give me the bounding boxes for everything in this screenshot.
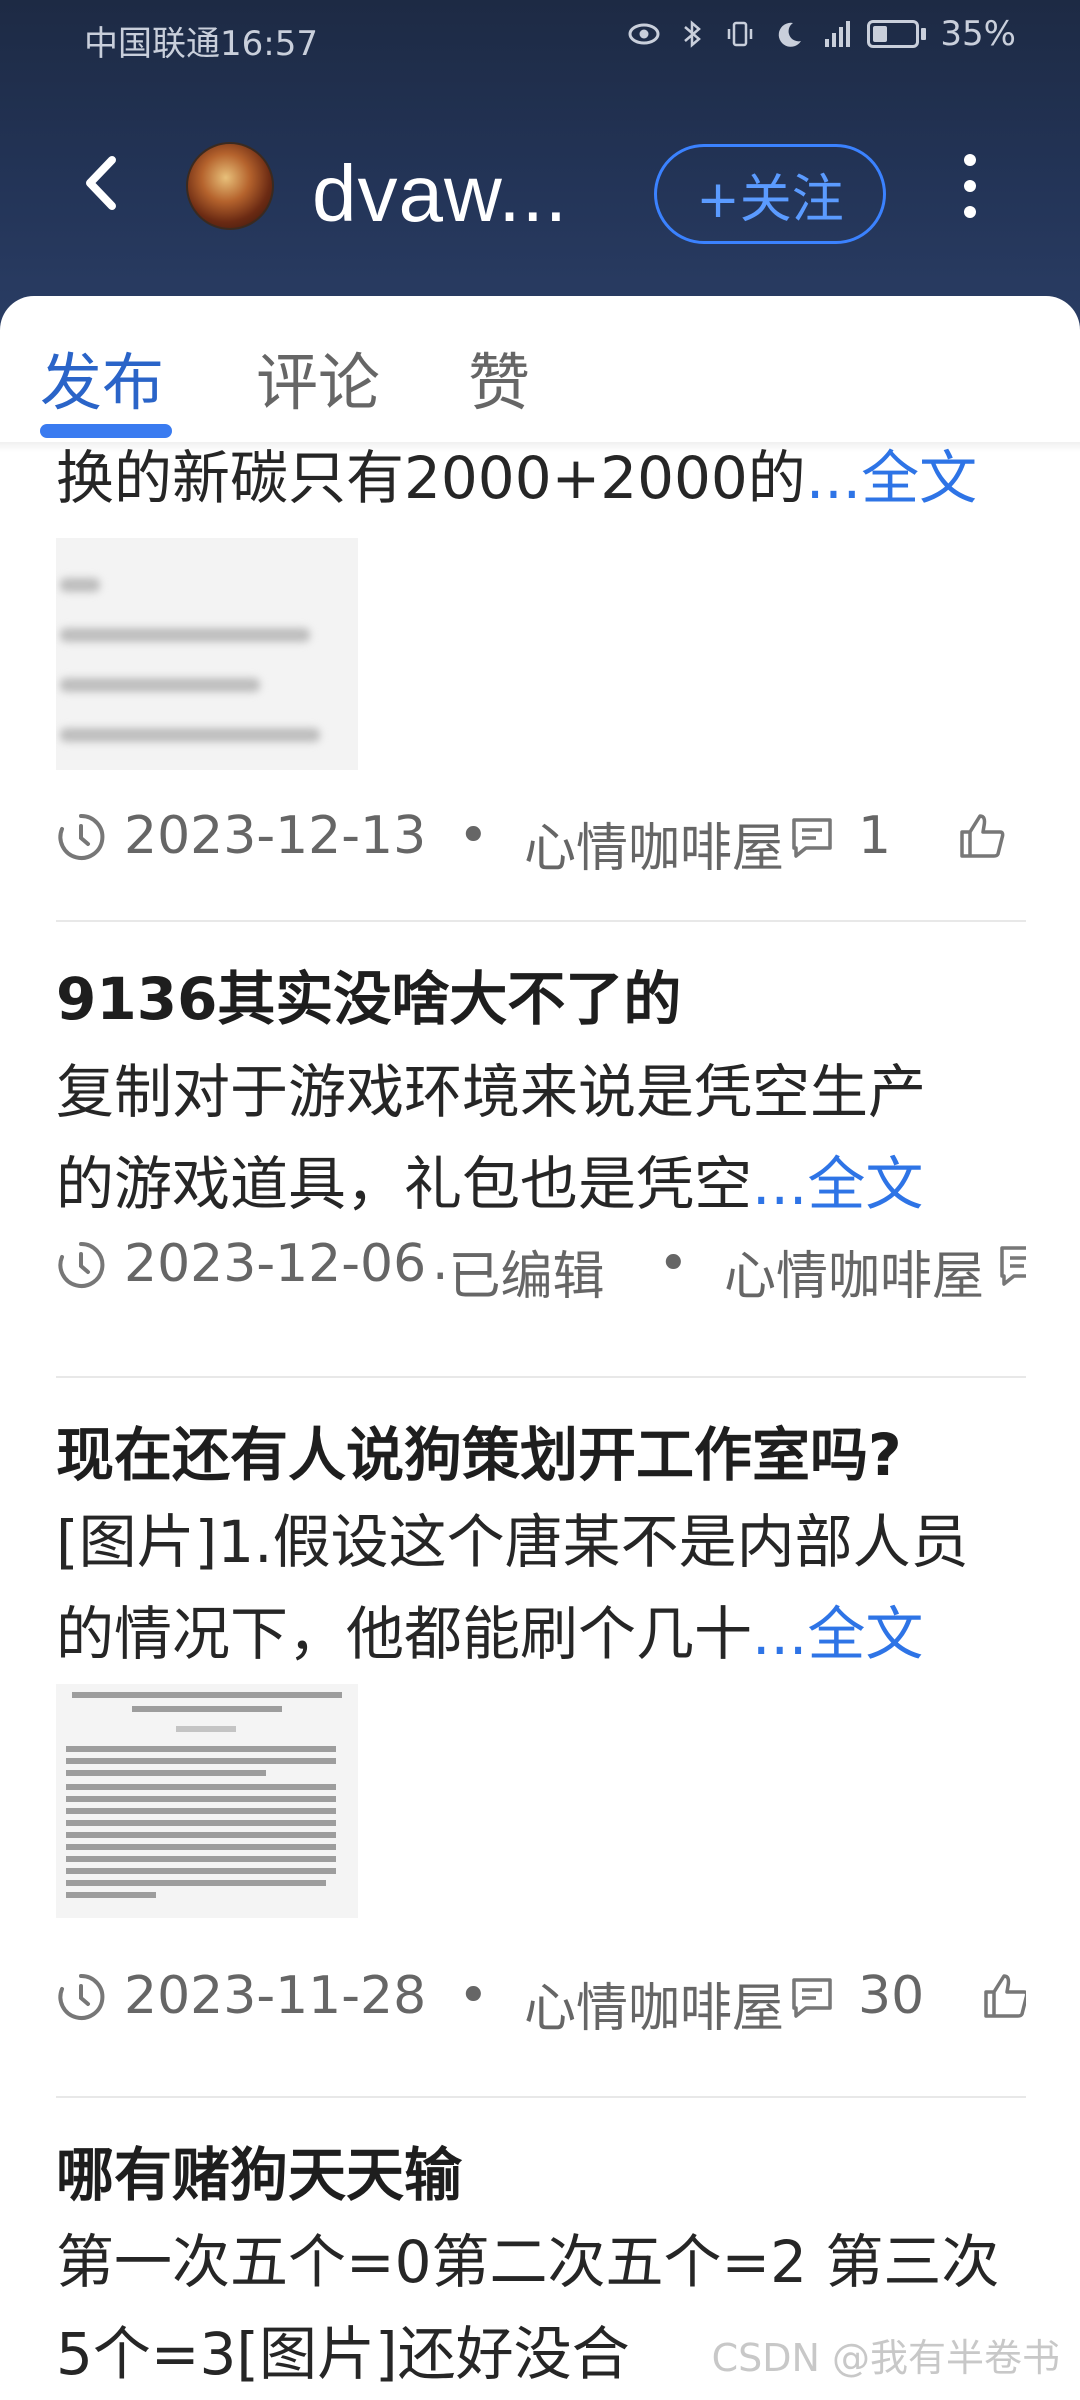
post-date: 2023-12-06 <box>124 1234 427 1294</box>
battery-percent: 35% <box>940 14 1016 54</box>
full-text-link[interactable]: ...全文 <box>752 1150 923 1218</box>
post-divider <box>56 920 1026 922</box>
username: dvaw... <box>312 149 569 238</box>
post-meta: 2023-12-13 • 心情咖啡屋 1 <box>56 798 1026 878</box>
comment-count: 1 <box>858 806 892 866</box>
post-body: 换的新碳只有2000+2000的...全文 <box>56 444 978 512</box>
community-name[interactable]: 心情咖啡屋 <box>724 1234 984 1306</box>
thumbs-up-icon[interactable] <box>956 810 1008 862</box>
clock-icon <box>58 813 105 860</box>
post-item[interactable]: 9136其实没啥大不了的 复制对于游戏环境来说是凭空生产 的游戏道具，礼包也是凭… <box>56 952 1026 1306</box>
clock-icon <box>58 1241 105 1288</box>
post-item[interactable]: 换的新碳只有2000+2000的...全文 2023-12-13 • 心情咖啡屋… <box>56 442 1026 878</box>
carrier-time: 中国联通16:57 <box>84 24 318 64</box>
meta-dot: • <box>458 1966 489 2026</box>
post-title: 9136其实没啥大不了的 <box>56 965 682 1033</box>
content-sheet: 发布 评论 赞 换的新碳只有2000+2000的...全文 2023-12-13… <box>0 296 1080 2400</box>
profile-top-bar: dvaw... +关注 <box>0 120 1080 260</box>
post-body: 复制对于游戏环境来说是凭空生产 的游戏道具，礼包也是凭空...全文 <box>56 1058 927 1218</box>
post-feed: 换的新碳只有2000+2000的...全文 2023-12-13 • 心情咖啡屋… <box>0 442 1080 2400</box>
tab-likes[interactable]: 赞 <box>468 332 530 422</box>
eye-icon <box>628 23 660 45</box>
edited-label: ·已编辑 <box>432 1247 605 1306</box>
back-button[interactable] <box>70 148 140 218</box>
community-name[interactable]: 心情咖啡屋 <box>524 1966 784 2038</box>
post-image-thumbnail[interactable] <box>56 1684 358 1918</box>
post-meta: 2023-12-06 ·已编辑 • 心情咖啡屋 <box>56 1226 1026 1306</box>
post-image-thumbnail[interactable] <box>56 538 358 770</box>
follow-button[interactable]: +关注 <box>654 144 886 244</box>
comment-icon[interactable] <box>788 814 836 862</box>
post-title: 哪有赌狗天天输 <box>56 2141 463 2209</box>
post-date: 2023-12-13 <box>124 806 427 866</box>
active-tab-indicator <box>40 424 172 438</box>
comment-icon[interactable] <box>996 1242 1026 1290</box>
more-options-icon[interactable] <box>950 154 990 234</box>
post-body: [图片]1.假设这个唐某不是内部人员 的情况下，他都能刷个几十...全文 <box>56 1508 969 1668</box>
community-name[interactable]: 心情咖啡屋 <box>524 806 784 878</box>
full-text-link[interactable]: ...全文 <box>752 1600 923 1668</box>
watermark: CSDN @我有半卷书 <box>711 2336 1060 2380</box>
bluetooth-icon <box>684 20 702 48</box>
status-bar: 中国联通16:57 35% <box>0 0 1080 72</box>
comment-count: 30 <box>858 1966 925 2026</box>
tab-publish[interactable]: 发布 <box>40 332 164 422</box>
post-meta: 2023-11-28 • 心情咖啡屋 30 <box>56 1958 1026 2038</box>
clock-icon <box>58 1973 105 2020</box>
comment-icon[interactable] <box>788 1974 836 2022</box>
tab-comments[interactable]: 评论 <box>256 332 380 422</box>
tab-bar: 发布 评论 赞 <box>0 296 1080 442</box>
post-divider <box>56 1376 1026 1378</box>
avatar[interactable] <box>186 142 274 230</box>
full-text-link[interactable]: ...全文 <box>806 444 977 512</box>
meta-dot: • <box>458 806 489 866</box>
meta-dot: • <box>658 1234 689 1294</box>
battery-icon <box>867 20 927 48</box>
thumbs-up-icon[interactable] <box>980 1970 1026 2022</box>
post-item[interactable]: 现在还有人说狗策划开工作室吗? [图片]1.假设这个唐某不是内部人员 的情况下，… <box>56 1408 1026 2038</box>
signal-icon <box>825 21 851 47</box>
post-divider <box>56 2096 1026 2098</box>
moon-icon <box>779 22 802 47</box>
post-date: 2023-11-28 <box>124 1966 427 2026</box>
vibrate-icon <box>728 21 753 47</box>
post-title: 现在还有人说狗策划开工作室吗? <box>56 1421 902 1489</box>
